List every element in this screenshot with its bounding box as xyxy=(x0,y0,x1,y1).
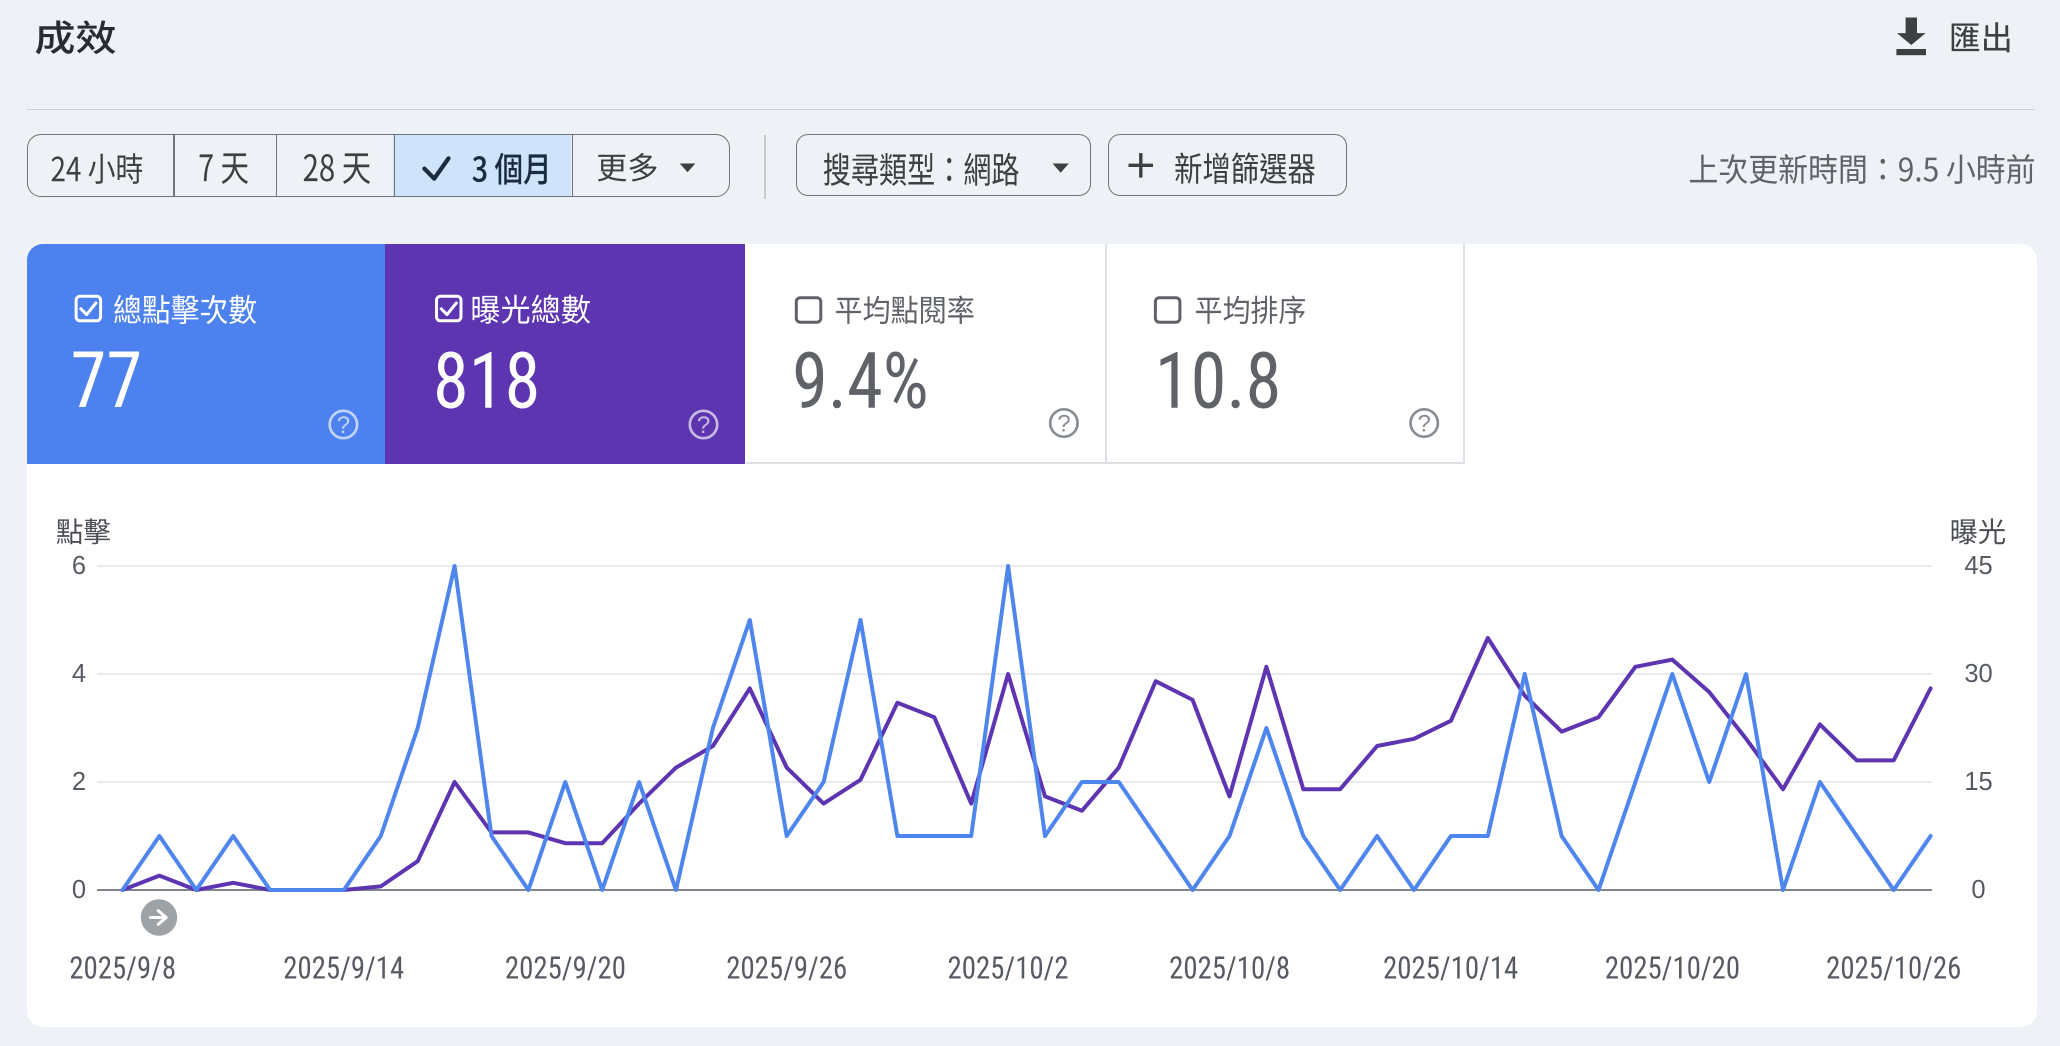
svg-text:?: ? xyxy=(1057,411,1070,438)
svg-text:?: ? xyxy=(337,412,350,439)
svg-text:?: ? xyxy=(697,412,710,439)
svg-text:?: ? xyxy=(1418,411,1431,438)
